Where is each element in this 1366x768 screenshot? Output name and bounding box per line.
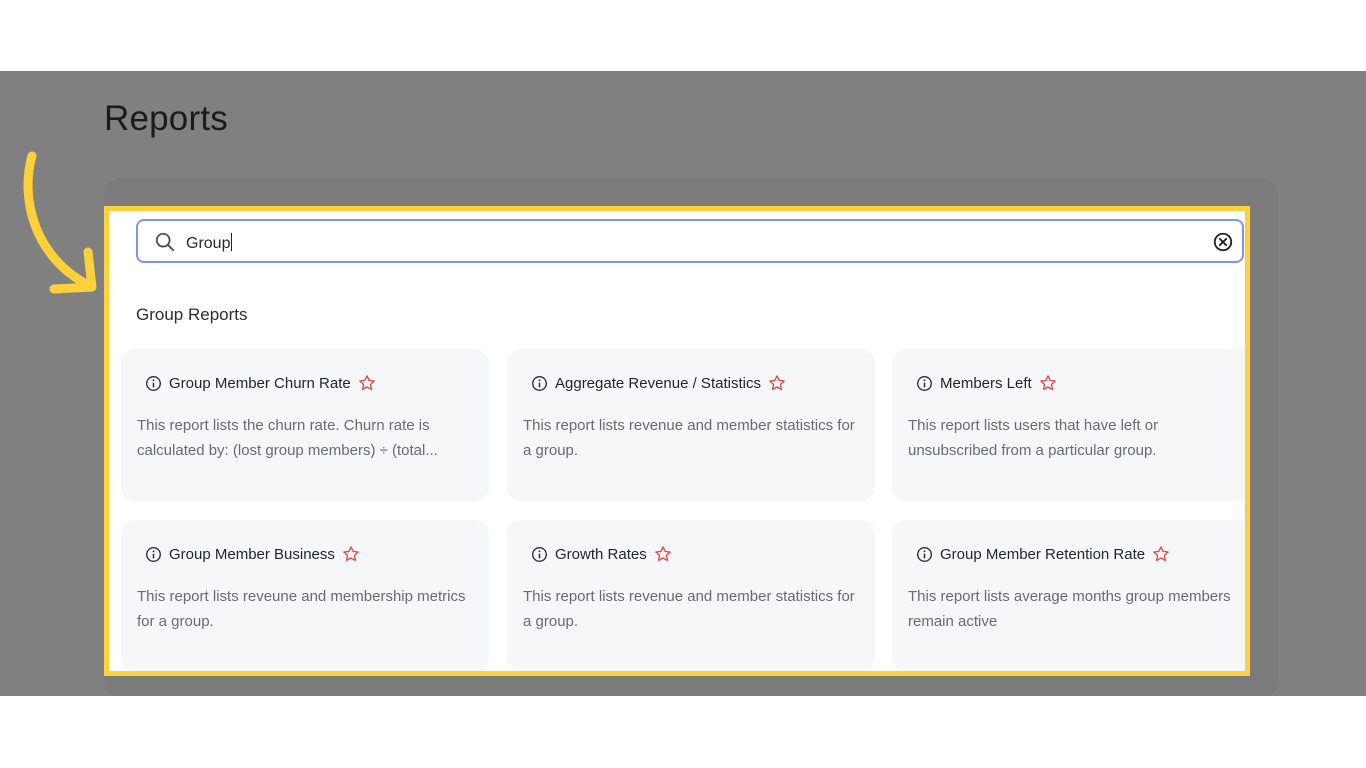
report-card-members-left[interactable]: Members Left This report lists users tha… bbox=[892, 349, 1245, 501]
info-icon[interactable] bbox=[916, 546, 933, 563]
info-icon[interactable] bbox=[531, 546, 548, 563]
card-title: Group Member Business bbox=[169, 545, 335, 563]
info-icon[interactable] bbox=[145, 546, 162, 563]
clear-search-icon[interactable] bbox=[1212, 231, 1234, 253]
info-icon[interactable] bbox=[531, 375, 548, 392]
card-description: This report lists the churn rate. Churn … bbox=[137, 417, 438, 459]
info-icon[interactable] bbox=[916, 375, 933, 392]
page-title: Reports bbox=[104, 99, 228, 138]
favorite-star-icon[interactable] bbox=[1039, 374, 1057, 392]
dimmed-page-overlay: Reports Group Group Reports Group Member… bbox=[0, 71, 1366, 696]
report-card-growth-rates[interactable]: Growth Rates This report lists revenue a… bbox=[507, 520, 875, 671]
card-description: This report lists reveune and membership… bbox=[137, 588, 466, 630]
card-description: This report lists revenue and member sta… bbox=[523, 588, 855, 630]
card-title: Aggregate Revenue / Statistics bbox=[555, 374, 761, 392]
search-icon bbox=[155, 232, 175, 252]
report-card-group-member-retention-rate[interactable]: Group Member Retention Rate This report … bbox=[892, 520, 1245, 671]
favorite-star-icon[interactable] bbox=[768, 374, 786, 392]
favorite-star-icon[interactable] bbox=[654, 545, 672, 563]
report-card-aggregate-revenue-statistics[interactable]: Aggregate Revenue / Statistics This repo… bbox=[507, 349, 875, 501]
info-icon[interactable] bbox=[145, 375, 162, 392]
highlighted-search-results: Group Group Reports Group Member Churn R… bbox=[104, 206, 1250, 676]
card-title: Members Left bbox=[940, 374, 1032, 392]
favorite-star-icon[interactable] bbox=[358, 374, 376, 392]
card-description: This report lists revenue and member sta… bbox=[523, 417, 855, 459]
card-title: Growth Rates bbox=[555, 545, 647, 563]
report-card-group-member-business[interactable]: Group Member Business This report lists … bbox=[121, 520, 489, 671]
favorite-star-icon[interactable] bbox=[342, 545, 360, 563]
card-description: This report lists average months group m… bbox=[908, 588, 1231, 630]
section-title: Group Reports bbox=[136, 305, 248, 324]
search-input[interactable]: Group bbox=[186, 233, 232, 253]
card-title: Group Member Churn Rate bbox=[169, 374, 351, 392]
card-title: Group Member Retention Rate bbox=[940, 545, 1146, 563]
favorite-star-icon[interactable] bbox=[1152, 545, 1170, 563]
report-card-group-member-churn-rate[interactable]: Group Member Churn Rate This report list… bbox=[121, 349, 489, 501]
card-description: This report lists users that have left o… bbox=[908, 417, 1159, 459]
search-field[interactable]: Group bbox=[136, 219, 1244, 263]
curved-arrow-icon bbox=[23, 151, 97, 294]
